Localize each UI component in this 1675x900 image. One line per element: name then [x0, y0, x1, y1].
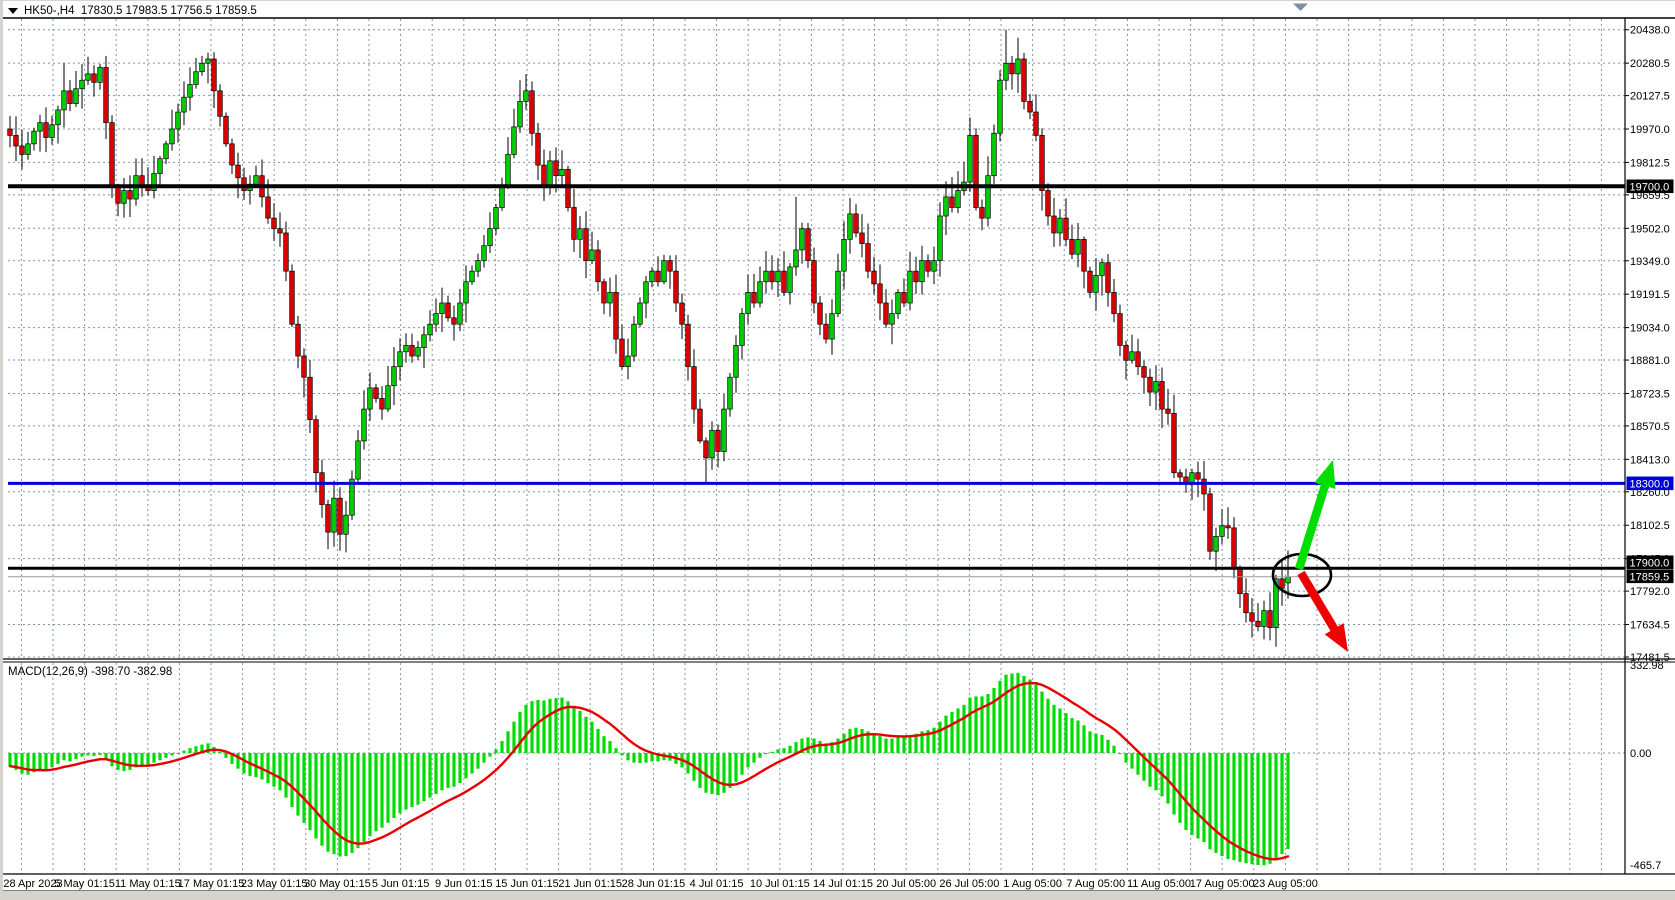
price-tick-label: 20127.5 — [1630, 91, 1670, 103]
price-tick-label: 17792.0 — [1630, 586, 1670, 598]
macd-axis-max: 332.98 — [1630, 660, 1664, 672]
macd-axis-min: -465.7 — [1630, 860, 1661, 872]
time-axis-label: 9 Jun 01:15 — [435, 878, 493, 890]
time-axis-label: 5 May 01:15 — [54, 878, 115, 890]
time-axis-label: 1 Aug 05:00 — [1003, 878, 1062, 890]
time-axis-label: 10 Jul 01:15 — [750, 878, 810, 890]
time-axis-label: 17 May 01:15 — [178, 878, 245, 890]
time-axis-label: 14 Jul 01:15 — [813, 878, 873, 890]
time-axis-label: 17 Aug 05:00 — [1190, 878, 1255, 890]
time-axis-label: 28 Jun 01:15 — [622, 878, 686, 890]
current-price-label: 17859.5 — [1630, 571, 1670, 583]
price-tick-label: 19970.0 — [1630, 124, 1670, 136]
price-line-label-18300: 18300.0 — [1630, 478, 1670, 490]
price-tick-label: 19034.0 — [1630, 323, 1670, 335]
time-axis-label: 11 May 01:15 — [115, 878, 181, 890]
price-tick-label: 19191.5 — [1630, 289, 1670, 301]
time-axis-label: 30 May 01:15 — [304, 878, 371, 890]
time-axis-label: 15 Jun 01:15 — [495, 878, 559, 890]
time-axis-label: 23 May 01:15 — [241, 878, 308, 890]
price-tick-label: 18881.0 — [1630, 355, 1670, 367]
panel-borders — [3, 18, 1675, 891]
time-axis-label: 23 Aug 05:00 — [1253, 878, 1318, 890]
chart-window: { "window": { "title_symbol": "HK50-,H4"… — [3, 1, 1675, 891]
price-tick-label: 19812.5 — [1630, 157, 1670, 169]
price-tick-label: 18570.5 — [1630, 421, 1670, 433]
time-axis-label: 26 Jul 05:00 — [939, 878, 999, 890]
trading-terminal-screen: { "window": { "title_symbol": "HK50-,H4"… — [0, 0, 1675, 900]
candlestick-series — [8, 30, 1291, 647]
macd-axis-zero: 0.00 — [1630, 748, 1651, 760]
time-axis-label: 11 Aug 05:00 — [1127, 878, 1191, 890]
price-tick-label: 18723.5 — [1630, 388, 1670, 400]
price-tick-label: 20438.0 — [1630, 25, 1670, 37]
chart-shift-marker-icon[interactable] — [1293, 4, 1308, 12]
chart-surface[interactable]: 20438.020280.520127.519970.019812.519659… — [3, 1, 1675, 891]
time-axis-label: 7 Aug 05:00 — [1066, 878, 1125, 890]
price-tick-label: 17634.5 — [1630, 620, 1670, 632]
price-tick-label: 20280.5 — [1630, 58, 1670, 70]
price-tick-label: 19349.0 — [1630, 256, 1670, 268]
price-tick-label: 18413.0 — [1630, 454, 1670, 466]
axis-labels: 20438.020280.520127.519970.019812.519659… — [3, 25, 1673, 890]
price-line-label-17900: 17900.0 — [1630, 557, 1670, 569]
time-axis-label: 5 Jun 01:15 — [372, 878, 430, 890]
horizontal-price-lines[interactable] — [8, 186, 1625, 576]
time-axis-label: 20 Jul 05:00 — [876, 878, 936, 890]
time-axis-label: 4 Jul 01:15 — [690, 878, 744, 890]
macd-series — [8, 673, 1289, 865]
price-line-label-19700: 19700.0 — [1630, 181, 1670, 193]
price-tick-label: 18102.5 — [1630, 520, 1670, 532]
price-tick-label: 19502.0 — [1630, 223, 1670, 235]
time-axis-label: 21 Jun 01:15 — [558, 878, 622, 890]
